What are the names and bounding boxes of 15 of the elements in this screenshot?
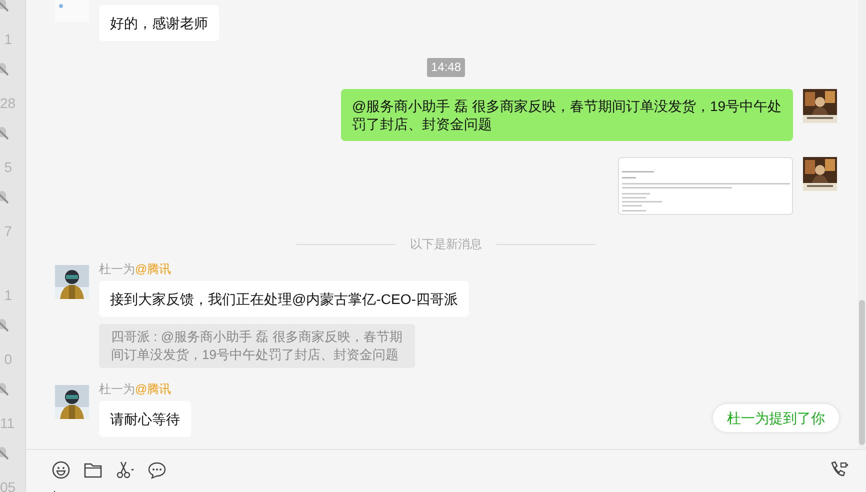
sender-name: 杜一为 <box>99 262 135 276</box>
emoji-icon[interactable] <box>51 460 71 480</box>
message-bubble: 好的，感谢老师 <box>99 5 219 41</box>
sender-company: @腾讯 <box>135 382 172 396</box>
mention-notice[interactable]: 杜一为提到了你 <box>713 404 839 432</box>
quoted-message: 四哥派 : @服务商小助手 磊 很多商家反映，春节期间订单没发货，19号中午处罚了封店、封资金问题 <box>99 324 415 368</box>
message-bubble: @服务商小助手 磊 很多商家反映，春节期间订单没发货，19号中午处罚了封店、封资金问题 <box>341 89 793 141</box>
message-bubble: 请耐心等待 <box>99 401 191 437</box>
scissors-icon[interactable] <box>115 460 135 480</box>
sender-company: @腾讯 <box>135 262 172 276</box>
sender-name: 杜一为 <box>99 382 135 396</box>
message-bubble: 接到大家反馈，我们正在处理@内蒙古掌亿-CEO-四哥派 <box>99 281 469 317</box>
timestamp: 14:48 <box>426 58 466 77</box>
new-messages-divider: 以下是新消息 <box>410 236 482 252</box>
chat-icon[interactable] <box>147 460 167 480</box>
